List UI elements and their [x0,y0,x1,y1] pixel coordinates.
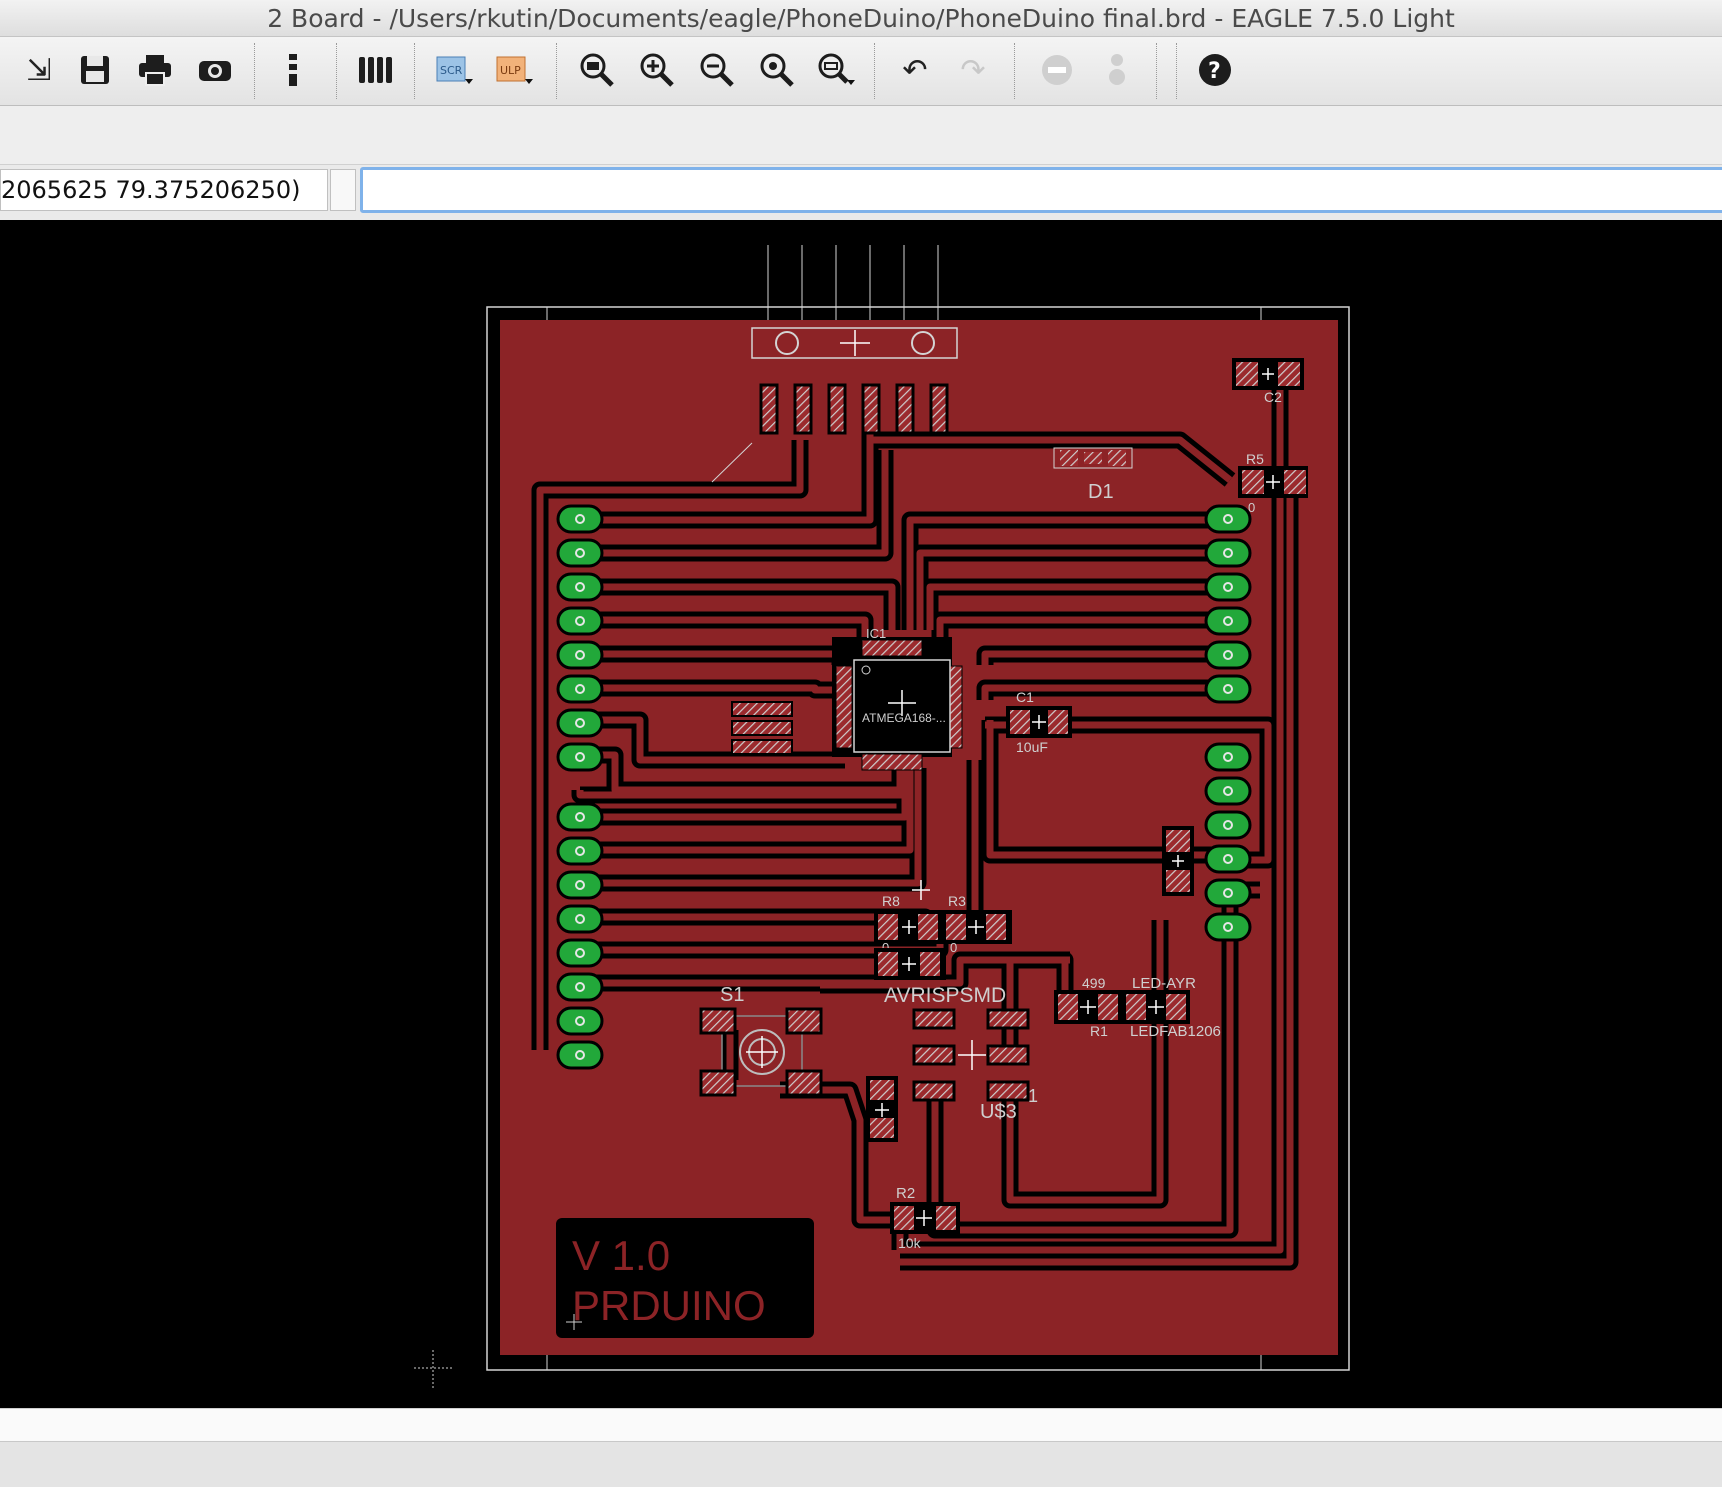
switch-schematic-icon[interactable] [270,47,316,93]
print-icon[interactable] [132,47,178,93]
command-input[interactable] [360,167,1722,213]
zoom-redraw-icon[interactable] [814,47,860,93]
window-title: 2 Board - /Users/rkutin/Documents/eagle/… [267,4,1455,33]
svg-text:ULP: ULP [500,64,521,77]
led-value: LEDFAB1206 [1130,1023,1221,1040]
redo-icon[interactable]: ↷ [950,47,996,93]
title-bar: 2 Board - /Users/rkutin/Documents/eagle/… [0,0,1722,37]
save-icon[interactable] [72,47,118,93]
board-name-text: PRDUINO [572,1282,766,1329]
command-menu-button[interactable] [330,169,356,211]
main-toolbar: ⇲ SCR ULP ↶ ↷ ? [0,37,1722,106]
stop-icon[interactable] [1034,47,1080,93]
r5-label: R5 [1246,451,1264,467]
zoom-in-icon[interactable] [634,47,680,93]
zoom-fit-icon[interactable] [574,47,620,93]
c2-label: C2 [1264,389,1282,405]
r2-label: R2 [896,1185,915,1202]
parameter-toolbar [0,106,1722,165]
board-canvas[interactable]: IC1 ATMEGA168-... C2 D1 R5 0 C1 10uF R8 … [0,220,1722,1408]
status-bar [0,1408,1722,1441]
r2-value: 10k [898,1235,922,1251]
ic1-label: IC1 [866,626,886,641]
r-lower [874,948,946,980]
r8-label: R8 [882,893,900,909]
coordinate-display: 2065625 79.375206250) [0,169,328,211]
r5-value: 0 [1248,500,1255,515]
bottom-bar [0,1441,1722,1487]
open-icon[interactable]: ⇲ [16,47,62,93]
s1-label: S1 [720,984,744,1006]
zoom-out-icon[interactable] [694,47,740,93]
ic1-microcontroller: IC1 ATMEGA168-... [832,626,963,771]
layer-settings-icon[interactable] [352,47,398,93]
u3-pin: 1 [1028,1086,1038,1106]
r1-label: R1 [1090,1023,1108,1039]
c1-label: C1 [1016,689,1034,705]
r1-value: 499 [1082,975,1106,991]
command-bar: 2065625 79.375206250) [0,165,1722,220]
zoom-select-icon[interactable] [754,47,800,93]
c3-capacitor [866,1076,898,1142]
d1-label: D1 [1088,481,1114,503]
ulp-icon[interactable]: ULP [492,47,538,93]
go-icon[interactable] [1094,47,1140,93]
undo-icon[interactable]: ↶ [892,47,938,93]
r3-label: R3 [948,893,966,909]
svg-text:?: ? [1208,59,1221,84]
resonator [731,701,793,755]
u3-label: U$3 [980,1101,1017,1123]
c1-value: 10uF [1016,739,1048,755]
version-text: V 1.0 [572,1232,670,1279]
regulator-part [1162,826,1194,896]
cam-processor-icon[interactable] [192,47,238,93]
help-icon[interactable]: ? [1192,47,1238,93]
r3-value: 0 [950,940,957,955]
led-label: LED-AYR [1132,975,1196,992]
svg-text:SCR: SCR [440,64,463,77]
script-icon[interactable]: SCR [432,47,478,93]
origin-marker [414,1350,452,1388]
silkscreen-version-block: V 1.0 PRDUINO [556,1218,814,1338]
avrisp-label: AVRISPSMD [884,984,1006,1007]
ic1-value: ATMEGA168-... [862,711,946,725]
